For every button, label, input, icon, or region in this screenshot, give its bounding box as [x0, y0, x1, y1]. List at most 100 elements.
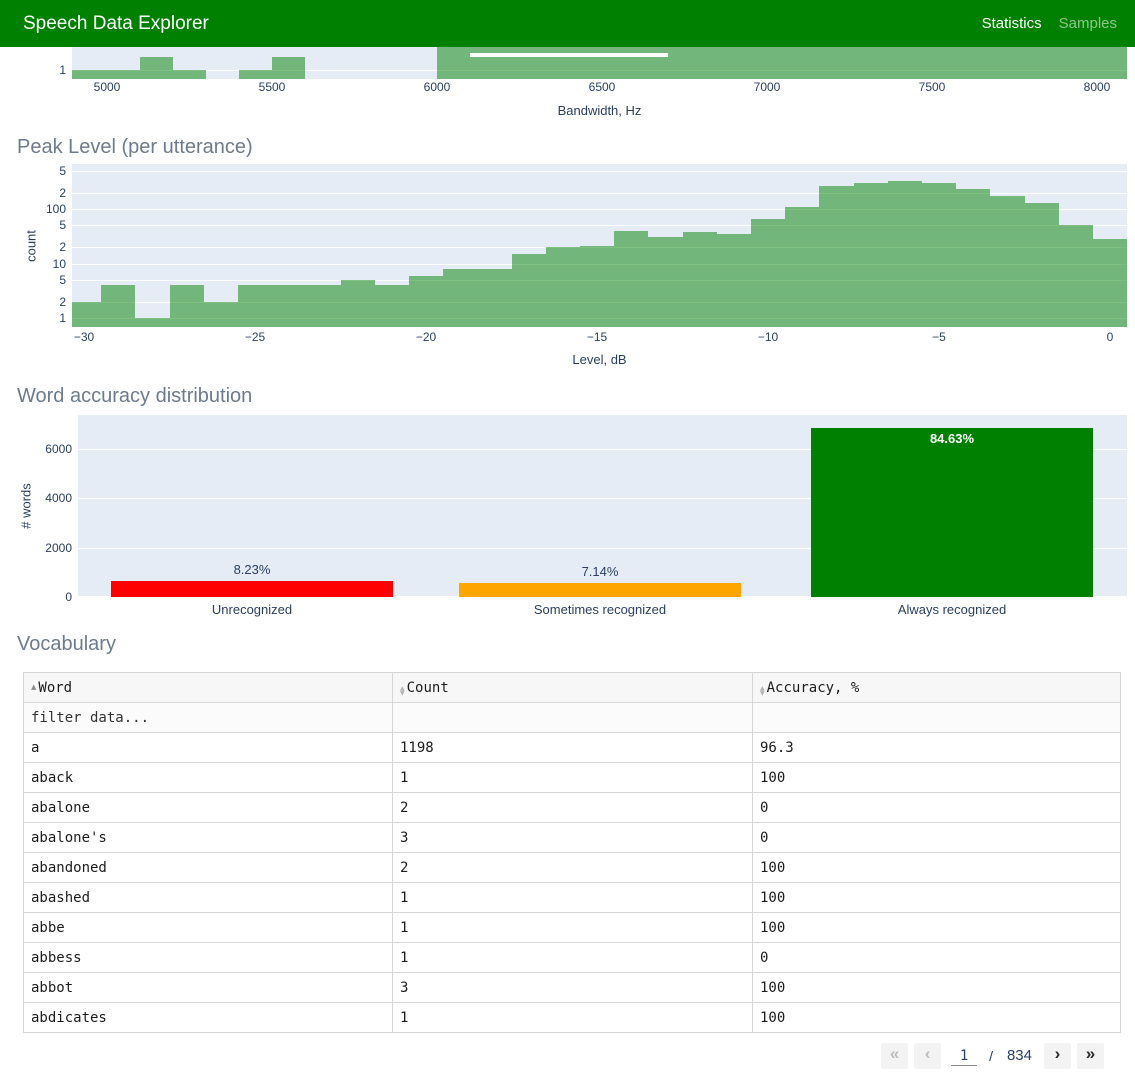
speech-data-explorer-app: Speech Data Explorer Statistics Samples …: [0, 0, 1135, 1077]
column-header-accuracy[interactable]: ▲ ▼ Accuracy, %: [752, 672, 1121, 703]
app-header: Speech Data Explorer Statistics Samples: [0, 0, 1135, 47]
grid-line: [72, 171, 1127, 172]
column-header-word[interactable]: ▲ Word: [23, 672, 393, 703]
table-cell[interactable]: 1: [392, 1002, 753, 1033]
table-cell[interactable]: 100: [752, 972, 1121, 1003]
table-cell[interactable]: 1: [392, 882, 753, 913]
table-cell[interactable]: 2: [392, 852, 753, 883]
bar-percent-label: 8.23%: [233, 561, 271, 577]
table-cell[interactable]: abbot: [23, 972, 393, 1003]
table-cell[interactable]: 96.3: [752, 732, 1121, 763]
table-cell[interactable]: 100: [752, 912, 1121, 943]
histogram-bar: [409, 275, 443, 327]
table-cell[interactable]: a: [23, 732, 393, 763]
table-cell[interactable]: 1198: [392, 732, 753, 763]
histogram-bar: [1093, 239, 1127, 327]
histogram-bar: [375, 285, 409, 327]
x-tick-label: −30: [73, 330, 95, 344]
table-cell[interactable]: abalone's: [23, 822, 393, 853]
bar-always-recognized: [811, 428, 1093, 597]
histogram-bar: [341, 279, 375, 327]
peak-level-histogram-section: count Level, dB 1 2 5 10 2 5 100 2 5 −30 −25 −20 −15…: [0, 164, 1135, 374]
table-cell[interactable]: abashed: [23, 882, 393, 913]
x-tick-label: 6000: [423, 80, 451, 94]
nav-statistics[interactable]: Statistics: [982, 15, 1042, 32]
column-header-label: Count: [406, 679, 449, 696]
table-header-row: ▲ Word ▲ ▼ Count ▲ ▼ Accuracy, %: [23, 672, 1121, 703]
table-cell[interactable]: abalone: [23, 792, 393, 823]
table-cell[interactable]: abbess: [23, 942, 393, 973]
histogram-bar: [717, 233, 751, 327]
table-cell[interactable]: abdicates: [23, 1002, 393, 1033]
table-row: abashed 1 100: [23, 882, 1121, 913]
column-header-label: Word: [38, 679, 73, 696]
filter-input-cell[interactable]: [392, 702, 753, 733]
histogram-bar: [1059, 224, 1093, 327]
table-row: abbess 1 0: [23, 942, 1121, 973]
sort-ascending-icon[interactable]: ▲: [31, 683, 36, 691]
y-tick-label: 0: [65, 590, 72, 604]
table-cell[interactable]: 100: [752, 1002, 1121, 1033]
histogram-bar: [648, 237, 683, 327]
histogram-bar: [72, 301, 101, 327]
nav-samples[interactable]: Samples: [1059, 15, 1117, 32]
table-cell[interactable]: 0: [752, 822, 1121, 853]
bar-unrecognized: [111, 580, 393, 597]
x-tick-label: 6500: [588, 80, 616, 94]
table-cell[interactable]: 3: [392, 972, 753, 1003]
table-cell[interactable]: 100: [752, 762, 1121, 793]
histogram-bar: [819, 186, 854, 327]
histogram-bar: [170, 285, 204, 327]
first-page-button[interactable]: «: [881, 1042, 909, 1069]
table-cell[interactable]: 0: [752, 942, 1121, 973]
peak-level-histogram-plot[interactable]: [72, 164, 1127, 327]
table-cell[interactable]: abandoned: [23, 852, 393, 883]
filter-input-cell[interactable]: [752, 702, 1121, 733]
x-tick-label: 5000: [93, 80, 121, 94]
prev-page-button[interactable]: ‹: [914, 1042, 942, 1069]
bar-notch: [470, 52, 668, 57]
histogram-bar: [922, 183, 956, 327]
category-label: Sometimes recognized: [533, 602, 667, 617]
page-separator: /: [989, 1047, 993, 1064]
table-row: aback 1 100: [23, 762, 1121, 793]
x-tick-label: −20: [415, 330, 437, 344]
y-tick-label: 100: [45, 202, 66, 216]
histogram-bar: [72, 70, 206, 79]
table-cell[interactable]: abbe: [23, 912, 393, 943]
table-row: a 1198 96.3: [23, 732, 1121, 763]
histogram-bar: [238, 285, 272, 327]
x-tick-label: 8000: [1083, 80, 1111, 94]
peak-level-x-axis-title: Level, dB: [572, 352, 627, 367]
y-tick-label: 10: [52, 256, 66, 271]
top-nav: Statistics Samples: [982, 0, 1117, 47]
sort-updown-icon[interactable]: ▲ ▼: [400, 685, 405, 696]
y-tick-label: 2: [59, 294, 66, 309]
table-cell[interactable]: 2: [392, 792, 753, 823]
histogram-bar: [140, 57, 173, 70]
table-cell[interactable]: 1: [392, 762, 753, 793]
histogram-bar: [751, 219, 785, 327]
table-cell[interactable]: 0: [752, 792, 1121, 823]
table-row: abalone 2 0: [23, 792, 1121, 823]
histogram-bar: [239, 70, 305, 79]
next-page-button[interactable]: ›: [1044, 1042, 1071, 1069]
bandwidth-histogram-plot[interactable]: [72, 47, 1127, 79]
histogram-bar: [546, 247, 580, 327]
last-page-button[interactable]: »: [1077, 1042, 1104, 1069]
table-cell[interactable]: 1: [392, 912, 753, 943]
y-tick-label: 5: [59, 163, 66, 178]
x-tick-label: −15: [586, 330, 608, 344]
table-cell[interactable]: 100: [752, 852, 1121, 883]
peak-level-title: Peak Level (per utterance): [17, 136, 253, 158]
filter-input-cell[interactable]: filter data...: [23, 702, 393, 733]
table-cell[interactable]: 100: [752, 882, 1121, 913]
table-cell[interactable]: 3: [392, 822, 753, 853]
column-header-count[interactable]: ▲ ▼ Count: [392, 672, 753, 703]
histogram-bar: [990, 195, 1025, 327]
table-cell[interactable]: aback: [23, 762, 393, 793]
sort-updown-icon[interactable]: ▲ ▼: [760, 685, 765, 696]
table-cell[interactable]: 1: [392, 942, 753, 973]
page-number-input[interactable]: 1: [951, 1046, 978, 1066]
vocabulary-table-wrap: ▲ Word ▲ ▼ Count ▲ ▼ Accuracy, % filter data... …: [23, 672, 1121, 1033]
